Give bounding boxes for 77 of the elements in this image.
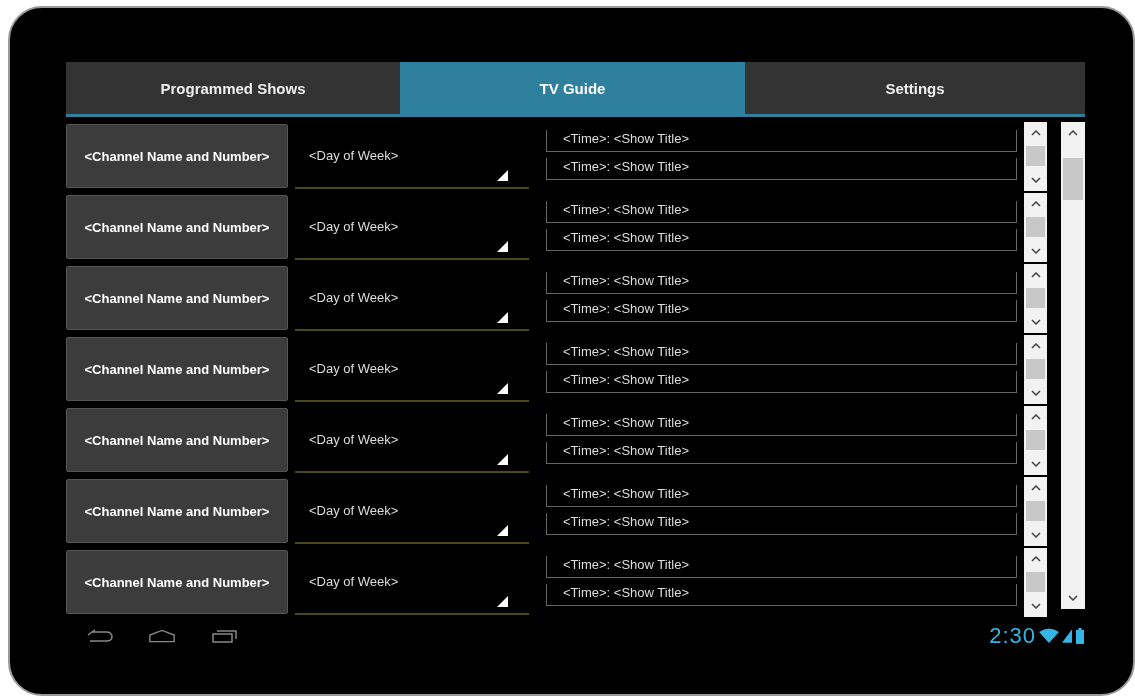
clock-time: 2:30 xyxy=(989,623,1036,649)
show-item[interactable]: <Time>: <Show Title> xyxy=(546,130,1017,152)
day-dropdown[interactable]: <Day of Week> xyxy=(295,193,529,260)
day-dropdown[interactable]: <Day of Week> xyxy=(295,264,529,331)
scrollbar[interactable] xyxy=(1024,477,1047,546)
tab[interactable]: Settings xyxy=(745,62,1085,114)
day-dropdown[interactable]: <Day of Week> xyxy=(295,406,529,473)
caret-down-icon[interactable] xyxy=(1030,603,1041,609)
show-item[interactable]: <Time>: <Show Title> xyxy=(546,485,1017,507)
caret-up-icon[interactable] xyxy=(1030,485,1041,491)
show-item[interactable]: <Time>: <Show Title> xyxy=(546,300,1017,322)
scrollbar[interactable] xyxy=(1024,122,1047,191)
dropdown-corner-icon xyxy=(497,525,508,536)
caret-down-icon[interactable] xyxy=(1068,595,1078,601)
channel-button[interactable]: <Channel Name and Number> xyxy=(66,408,288,472)
channel-button[interactable]: <Channel Name and Number> xyxy=(66,195,288,259)
caret-down-icon[interactable] xyxy=(1030,461,1041,467)
signal-icon xyxy=(1062,628,1072,644)
wifi-icon xyxy=(1039,628,1059,644)
tab[interactable]: TV Guide xyxy=(400,62,745,114)
scrollbar[interactable] xyxy=(1024,264,1047,333)
dropdown-corner-icon xyxy=(497,241,508,252)
day-dropdown[interactable]: <Day of Week> xyxy=(295,477,529,544)
scroll-thumb[interactable] xyxy=(1026,572,1045,592)
show-item[interactable]: <Time>: <Show Title> xyxy=(546,556,1017,578)
recent-apps-icon[interactable] xyxy=(210,629,238,643)
scroll-thumb[interactable] xyxy=(1026,501,1045,521)
caret-down-icon[interactable] xyxy=(1030,177,1041,183)
scrollbar[interactable] xyxy=(1024,548,1047,617)
caret-up-icon[interactable] xyxy=(1030,556,1041,562)
show-item[interactable]: <Time>: <Show Title> xyxy=(546,158,1017,180)
channel-button[interactable]: <Channel Name and Number> xyxy=(66,266,288,330)
channel-button[interactable]: <Channel Name and Number> xyxy=(66,337,288,401)
dropdown-corner-icon xyxy=(497,312,508,323)
caret-down-icon[interactable] xyxy=(1030,390,1041,396)
scrollbar[interactable] xyxy=(1024,335,1047,404)
caret-up-icon[interactable] xyxy=(1030,130,1041,136)
dropdown-corner-icon xyxy=(497,170,508,181)
show-item[interactable]: <Time>: <Show Title> xyxy=(546,343,1017,365)
caret-up-icon[interactable] xyxy=(1030,272,1041,278)
show-item[interactable]: <Time>: <Show Title> xyxy=(546,272,1017,294)
scroll-thumb[interactable] xyxy=(1026,288,1045,308)
scrollbar[interactable] xyxy=(1024,193,1047,262)
caret-down-icon[interactable] xyxy=(1030,248,1041,254)
day-dropdown[interactable]: <Day of Week> xyxy=(295,122,529,189)
day-dropdown[interactable]: <Day of Week> xyxy=(295,335,529,402)
channel-button[interactable]: <Channel Name and Number> xyxy=(66,124,288,188)
scroll-thumb[interactable] xyxy=(1026,217,1045,237)
show-item[interactable]: <Time>: <Show Title> xyxy=(546,584,1017,606)
battery-icon xyxy=(1075,628,1085,644)
show-item[interactable]: <Time>: <Show Title> xyxy=(546,201,1017,223)
show-item[interactable]: <Time>: <Show Title> xyxy=(546,371,1017,393)
channel-button[interactable]: <Channel Name and Number> xyxy=(66,550,288,614)
show-item[interactable]: <Time>: <Show Title> xyxy=(546,442,1017,464)
scroll-thumb[interactable] xyxy=(1026,430,1045,450)
caret-up-icon[interactable] xyxy=(1030,201,1041,207)
dropdown-corner-icon xyxy=(497,596,508,607)
dropdown-corner-icon xyxy=(497,454,508,465)
caret-up-icon[interactable] xyxy=(1068,130,1078,136)
back-icon[interactable] xyxy=(86,629,114,643)
scroll-thumb[interactable] xyxy=(1026,359,1045,379)
scroll-thumb[interactable] xyxy=(1026,146,1045,166)
caret-up-icon[interactable] xyxy=(1030,414,1041,420)
show-item[interactable]: <Time>: <Show Title> xyxy=(546,229,1017,251)
channel-button[interactable]: <Channel Name and Number> xyxy=(66,479,288,543)
tab[interactable]: Programmed Shows xyxy=(66,62,400,114)
scroll-thumb[interactable] xyxy=(1063,158,1083,200)
caret-up-icon[interactable] xyxy=(1030,343,1041,349)
scrollbar[interactable] xyxy=(1061,122,1085,609)
home-icon[interactable] xyxy=(148,629,176,643)
caret-down-icon[interactable] xyxy=(1030,319,1041,325)
show-item[interactable]: <Time>: <Show Title> xyxy=(546,414,1017,436)
scrollbar[interactable] xyxy=(1024,406,1047,475)
day-dropdown[interactable]: <Day of Week> xyxy=(295,548,529,615)
caret-down-icon[interactable] xyxy=(1030,532,1041,538)
dropdown-corner-icon xyxy=(497,383,508,394)
show-item[interactable]: <Time>: <Show Title> xyxy=(546,513,1017,535)
